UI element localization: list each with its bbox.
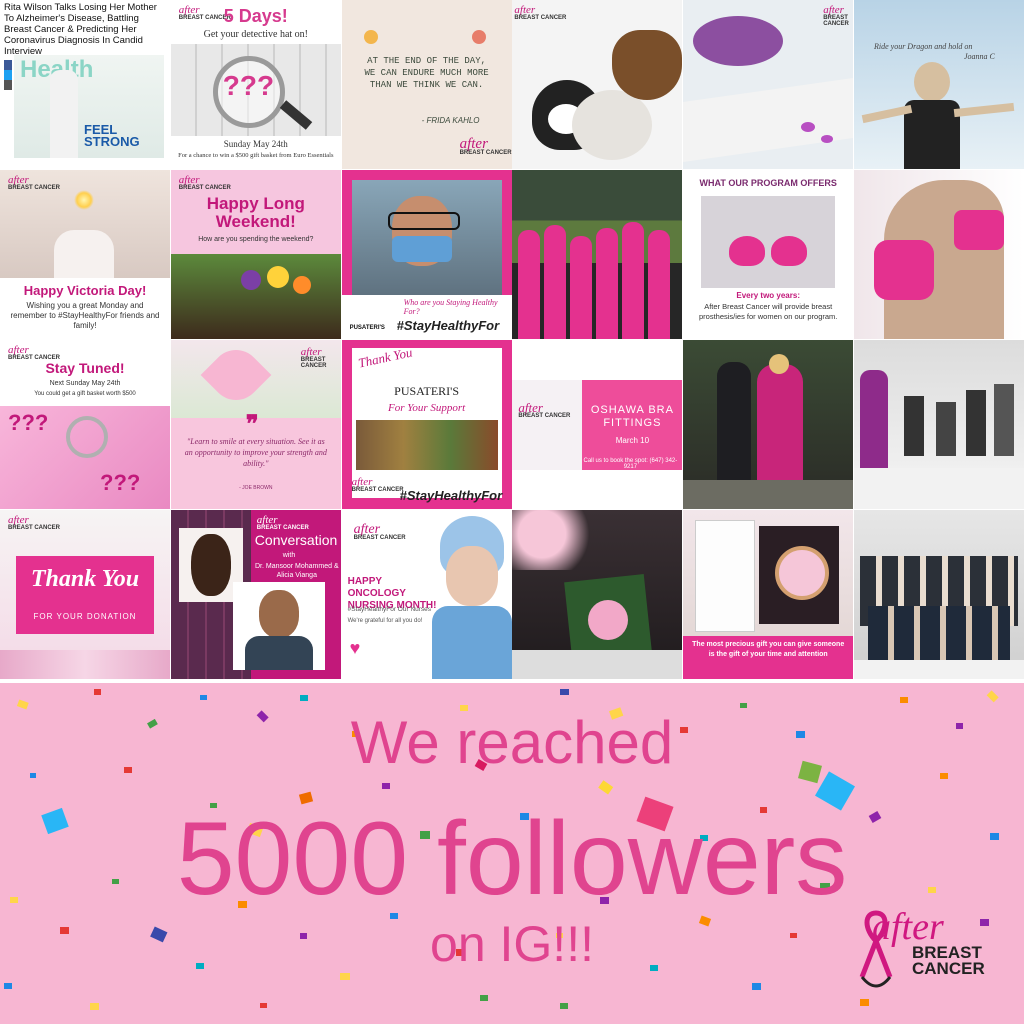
after-logo: after BREAST CANCER	[8, 344, 61, 362]
brand-line-1: BREAST CANCER	[912, 943, 985, 978]
tile-pets[interactable]: after BREAST CANCER	[512, 0, 683, 169]
tile-precious-gift[interactable]: The most precious gift you can give some…	[683, 510, 854, 679]
after-logo: after BREAST CANCER	[514, 4, 567, 22]
tile-title: OSHAWA BRA FITTINGS	[590, 404, 674, 429]
tile-title: 5 Days!	[223, 6, 288, 26]
tile-frida-quote[interactable]: AT THE END OF THE DAY, WE CAN ENDURE MUC…	[341, 0, 512, 169]
tile-quote: The most precious gift you can give some…	[692, 641, 845, 658]
tile-title: Conversation	[254, 532, 338, 548]
article-title: Rita Wilson Talks Losing Her Mother To A…	[4, 2, 157, 57]
tile-victoria-day[interactable]: after BREAST CANCER Happy Victoria Day! W…	[0, 170, 170, 339]
support-text: For Your Support	[387, 402, 466, 414]
banner-line-2: 5000 followers	[176, 801, 848, 917]
tile-author: Joanna C	[963, 52, 995, 61]
sponsor-name: PUSATERI'S	[394, 384, 460, 398]
tile-long-weekend[interactable]: after BREAST CANCER Happy Long Weekend! H…	[170, 170, 341, 339]
question-marks: ???	[222, 70, 275, 101]
tile-team-stadium[interactable]	[512, 170, 683, 339]
tile-quote: Ride your Dragon and hold on	[873, 42, 973, 51]
tile-thank-pusateris[interactable]: Thank You PUSATERI'S For Your Support af…	[341, 340, 512, 509]
tile-question: Who are you Staying Healthy For?	[403, 298, 498, 316]
tile-fist[interactable]	[853, 170, 1024, 339]
after-logo: after BREAST CANCER	[178, 174, 231, 192]
post-grid: Rita Wilson Talks Losing Her Mother To A…	[0, 0, 1024, 683]
tile-conversation[interactable]: after BREAST CANCER Conversation with Dr.…	[170, 510, 341, 679]
after-logo: after BREAST CANCER	[8, 174, 61, 192]
tile-stay-healthy-for[interactable]: Who are you Staying Healthy For? PUSATER…	[341, 170, 512, 339]
tile-subtitle: Wishing you a great Monday and remember …	[10, 301, 160, 330]
tile-oshawa-fittings[interactable]: after BREAST CANCER OSHAWA BRA FITTINGS M…	[512, 340, 683, 509]
quote-author: - FRIDA KAHLO	[421, 116, 480, 125]
after-logo: after BREAST CANCER	[8, 514, 61, 532]
tile-lead: Every two years:	[736, 291, 800, 300]
tile-5-days[interactable]: after BREAST CANCER 5 Days! Get your dete…	[170, 0, 341, 169]
heart-icon: ♥	[349, 638, 361, 658]
tile-painting[interactable]	[512, 510, 683, 679]
after-logo: after BREAST CANCER	[518, 400, 571, 419]
tile-subtitle: Get your detective hat on!	[203, 29, 308, 40]
tile-dragon[interactable]: Ride your Dragon and hold on Joanna C	[853, 0, 1024, 169]
tile-gowns[interactable]	[683, 340, 854, 509]
sponsor-name: PUSATERI'S	[349, 325, 385, 331]
banner-line-1: We reached	[350, 709, 674, 776]
after-breast-cancer-logo: after BREAST CANCER	[850, 905, 1000, 997]
hashtag: #StayHealthyFor	[399, 488, 503, 503]
tile-stay-tuned[interactable]: after BREAST CANCER Stay Tuned! Next Sund…	[0, 340, 170, 509]
tile-oncology-nursing[interactable]: after BREAST CANCER HAPPY ONCOLOGY NURSIN…	[341, 510, 512, 679]
quote-author: - JOE BROWN	[239, 485, 273, 491]
quote-text: "Learn to smile at every situation. See …	[184, 437, 327, 468]
tile-joe-brown-quote[interactable]: after BREAST CANCER ❞ "Learn to smile at …	[170, 340, 341, 509]
question-marks: ???	[8, 410, 49, 435]
tile-note: For a chance to win a $500 gift basket f…	[178, 152, 334, 159]
tile-subtitle: Next Sunday May 24th	[49, 380, 121, 387]
tile-subtitle: How are you spending the weekend?	[198, 236, 314, 243]
after-logo: after BREAST CANCER	[300, 346, 327, 370]
tile-note: You could get a gift basket worth $500	[34, 391, 136, 397]
tile-subtitle: We're grateful for all you do!	[347, 618, 423, 624]
hashtag: #StayHealthyFor	[396, 318, 500, 333]
tile-title: Stay Tuned!	[45, 360, 125, 376]
after-logo: after BREAST CANCER	[351, 476, 404, 494]
tile-thank-donation[interactable]: after BREAST CANCER Thank You FOR YOUR DO…	[0, 510, 170, 679]
question-marks: ???	[100, 470, 141, 495]
after-logo: after BREAST CANCER	[256, 514, 309, 532]
quote-text: AT THE END OF THE DAY, WE CAN ENDURE MUC…	[364, 56, 489, 90]
tile-subtitle: FOR YOUR DONATION	[33, 612, 137, 621]
tile-rita-wilson[interactable]: Rita Wilson Talks Losing Her Mother To A…	[0, 0, 170, 169]
tile-title: WHAT OUR PROGRAM OFFERS	[699, 178, 837, 188]
after-logo: after BREAST CANCER	[459, 136, 512, 157]
tile-title: Happy Victoria Day!	[23, 283, 147, 298]
tile-title: Happy Long Weekend!	[206, 194, 305, 231]
tile-guests: Dr. Mansoor Mohammed & Alicia Vianga	[254, 563, 339, 579]
tile-date: Sunday May 24th	[223, 139, 288, 149]
tile-purple-flowers[interactable]: after BREAST CANCER	[683, 0, 854, 169]
tile-group[interactable]	[853, 510, 1024, 679]
after-logo: after BREAST CANCER	[823, 4, 849, 28]
tile-title: Thank You	[30, 566, 140, 592]
cover-text: FEEL STRONG	[84, 122, 140, 149]
tile-body: After Breast Cancer will provide breast …	[698, 302, 838, 321]
tile-fitness[interactable]	[853, 340, 1024, 509]
tile-date: March 10	[615, 436, 650, 445]
tile-note: Call us to book the spot: (647) 342-9217	[583, 458, 678, 470]
hashtag: #StayHealthyFor Our Nurses	[347, 606, 432, 613]
tile-program-offers[interactable]: WHAT OUR PROGRAM OFFERS Every two years:…	[683, 170, 854, 339]
quote-icon: ❞	[245, 411, 259, 438]
tile-with: with	[282, 552, 296, 559]
after-logo: after BREAST CANCER	[353, 522, 406, 542]
